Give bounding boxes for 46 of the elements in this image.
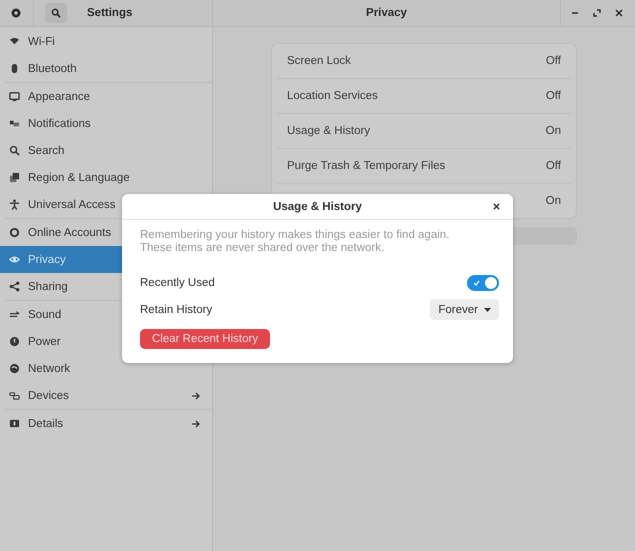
arrow-icon — [191, 390, 201, 400]
sidebar-item[interactable]: Details — [0, 410, 212, 437]
sliders-icon — [9, 309, 20, 320]
ring-icon — [9, 227, 20, 238]
caret-icon — [484, 308, 491, 312]
app-title: Settings — [87, 7, 132, 19]
setting-label: Retain History — [140, 304, 214, 316]
info-icon — [9, 418, 20, 429]
bluetooth-icon — [9, 63, 20, 74]
maximize-icon[interactable] — [593, 9, 601, 17]
search-button[interactable] — [45, 3, 67, 23]
eye-icon — [9, 254, 20, 265]
sidebar-item[interactable]: Search — [0, 137, 212, 164]
sidebar-item[interactable]: Wi-Fi — [0, 28, 212, 55]
privacy-row[interactable]: Screen Lock Off — [277, 44, 571, 78]
person-icon — [9, 199, 20, 210]
sidebar-item[interactable]: Region & Language — [0, 164, 212, 191]
sidebar-item[interactable]: Bluetooth — [0, 55, 212, 82]
privacy-row[interactable]: Purge Trash & Temporary Files Off — [277, 148, 571, 183]
close-icon[interactable] — [493, 203, 500, 210]
settings-icon[interactable] — [10, 7, 22, 19]
sidebar-item[interactable]: Appearance — [0, 83, 212, 110]
sidebar-item[interactable]: Notifications — [0, 110, 212, 137]
power-icon — [9, 336, 20, 347]
check-icon — [473, 280, 480, 286]
monitor-icon — [9, 91, 20, 102]
toggle-switch[interactable] — [467, 274, 499, 290]
page-title: Privacy — [366, 7, 407, 19]
sidebar-item[interactable]: Network — [0, 355, 212, 382]
share-icon — [9, 281, 20, 292]
retain-dropdown[interactable]: Forever — [430, 299, 499, 320]
dialog-title: Usage & History — [273, 200, 362, 212]
sidebar-item[interactable]: Universal Access — [0, 191, 212, 218]
region-icon — [9, 172, 20, 183]
privacy-row[interactable]: Usage & History On — [277, 113, 571, 148]
devices-icon — [9, 390, 20, 401]
search-icon — [9, 145, 20, 156]
search-icon — [51, 8, 61, 18]
sidebar-item[interactable]: Devices — [0, 382, 212, 409]
arrow-icon — [191, 418, 201, 428]
wifi-icon — [9, 36, 20, 47]
privacy-row[interactable]: Location Services Off — [277, 78, 571, 113]
globe-icon — [9, 363, 20, 374]
close-icon[interactable] — [615, 9, 623, 17]
setting-label: Recently Used — [140, 276, 216, 288]
notification-icon — [9, 118, 20, 129]
